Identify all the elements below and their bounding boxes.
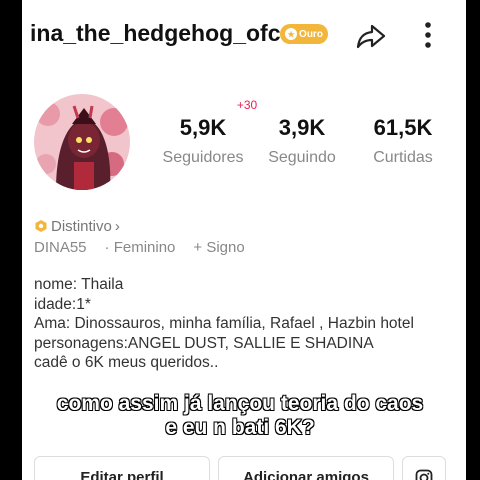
- bio-line: idade:1*: [34, 295, 91, 313]
- following-label: Seguindo: [268, 149, 336, 166]
- profile-bio: nome: Thaila idade:1* Ama: Dinossauros, …: [34, 275, 462, 373]
- add-friends-button[interactable]: Adicionar amigos: [218, 456, 394, 480]
- coin-icon: ★: [285, 28, 298, 40]
- edit-profile-button[interactable]: Editar perfil: [34, 456, 210, 480]
- profile-meta: DINA55 · Feminino + Signo: [34, 239, 245, 259]
- user-id: DINA55: [34, 239, 87, 256]
- avatar-image: [34, 94, 130, 190]
- distintivo-label: Distintivo: [51, 217, 112, 235]
- stat-likes[interactable]: 61,5K Curtidas: [358, 114, 448, 168]
- subtitle-line: e eu n bati 6K?: [165, 415, 316, 439]
- profile-header: ina_the_hedgehog_ofc ★ Ouro: [22, 14, 466, 54]
- add-sign-link[interactable]: + Signo: [193, 239, 244, 259]
- share-button[interactable]: [354, 18, 388, 52]
- followers-count: 5,9K: [179, 115, 227, 140]
- following-count: 3,9K: [278, 115, 326, 140]
- badge-label: Ouro: [299, 28, 323, 40]
- followers-delta: +30: [236, 98, 258, 112]
- edit-profile-label: Editar perfil: [80, 469, 164, 480]
- share-arrow-icon: [356, 24, 386, 49]
- bio-line: personagens:ANGEL DUST, SALLIE E SHADINA: [34, 334, 374, 352]
- bio-line: cadê o 6K meus queridos..: [34, 354, 219, 371]
- followers-label: Seguidores: [162, 149, 244, 166]
- hexagon-badge-icon: [35, 220, 47, 232]
- instagram-icon: [415, 469, 433, 480]
- level-badge[interactable]: ★ Ouro: [280, 24, 328, 44]
- video-subtitle: como assim já lançou teoria do caos e eu…: [0, 391, 480, 440]
- subtitle-line: como assim já lançou teoria do caos: [56, 391, 424, 415]
- bio-line: nome: Thaila: [34, 276, 124, 293]
- instagram-button[interactable]: [402, 456, 446, 480]
- stat-followers[interactable]: 5,9K Seguidores: [158, 114, 248, 168]
- chevron-right-icon: ›: [114, 217, 120, 235]
- stat-following[interactable]: 3,9K Seguindo: [262, 114, 342, 168]
- likes-label: Curtidas: [373, 149, 433, 166]
- distintivo-link[interactable]: Distintivo ›: [34, 216, 120, 236]
- add-friends-label: Adicionar amigos: [243, 469, 369, 480]
- gender-label: · Feminino: [104, 239, 176, 256]
- more-options-button[interactable]: [416, 18, 440, 52]
- profile-stats: +30 5,9K Seguidores 3,9K Seguindo 61,5K …: [158, 96, 458, 176]
- avatar[interactable]: [34, 94, 130, 190]
- bio-line: Ama: Dinossauros, minha família, Rafael …: [34, 315, 414, 332]
- username: ina_the_hedgehog_ofc: [30, 20, 280, 46]
- likes-count: 61,5K: [373, 115, 433, 140]
- vertical-dots-icon: [425, 22, 431, 48]
